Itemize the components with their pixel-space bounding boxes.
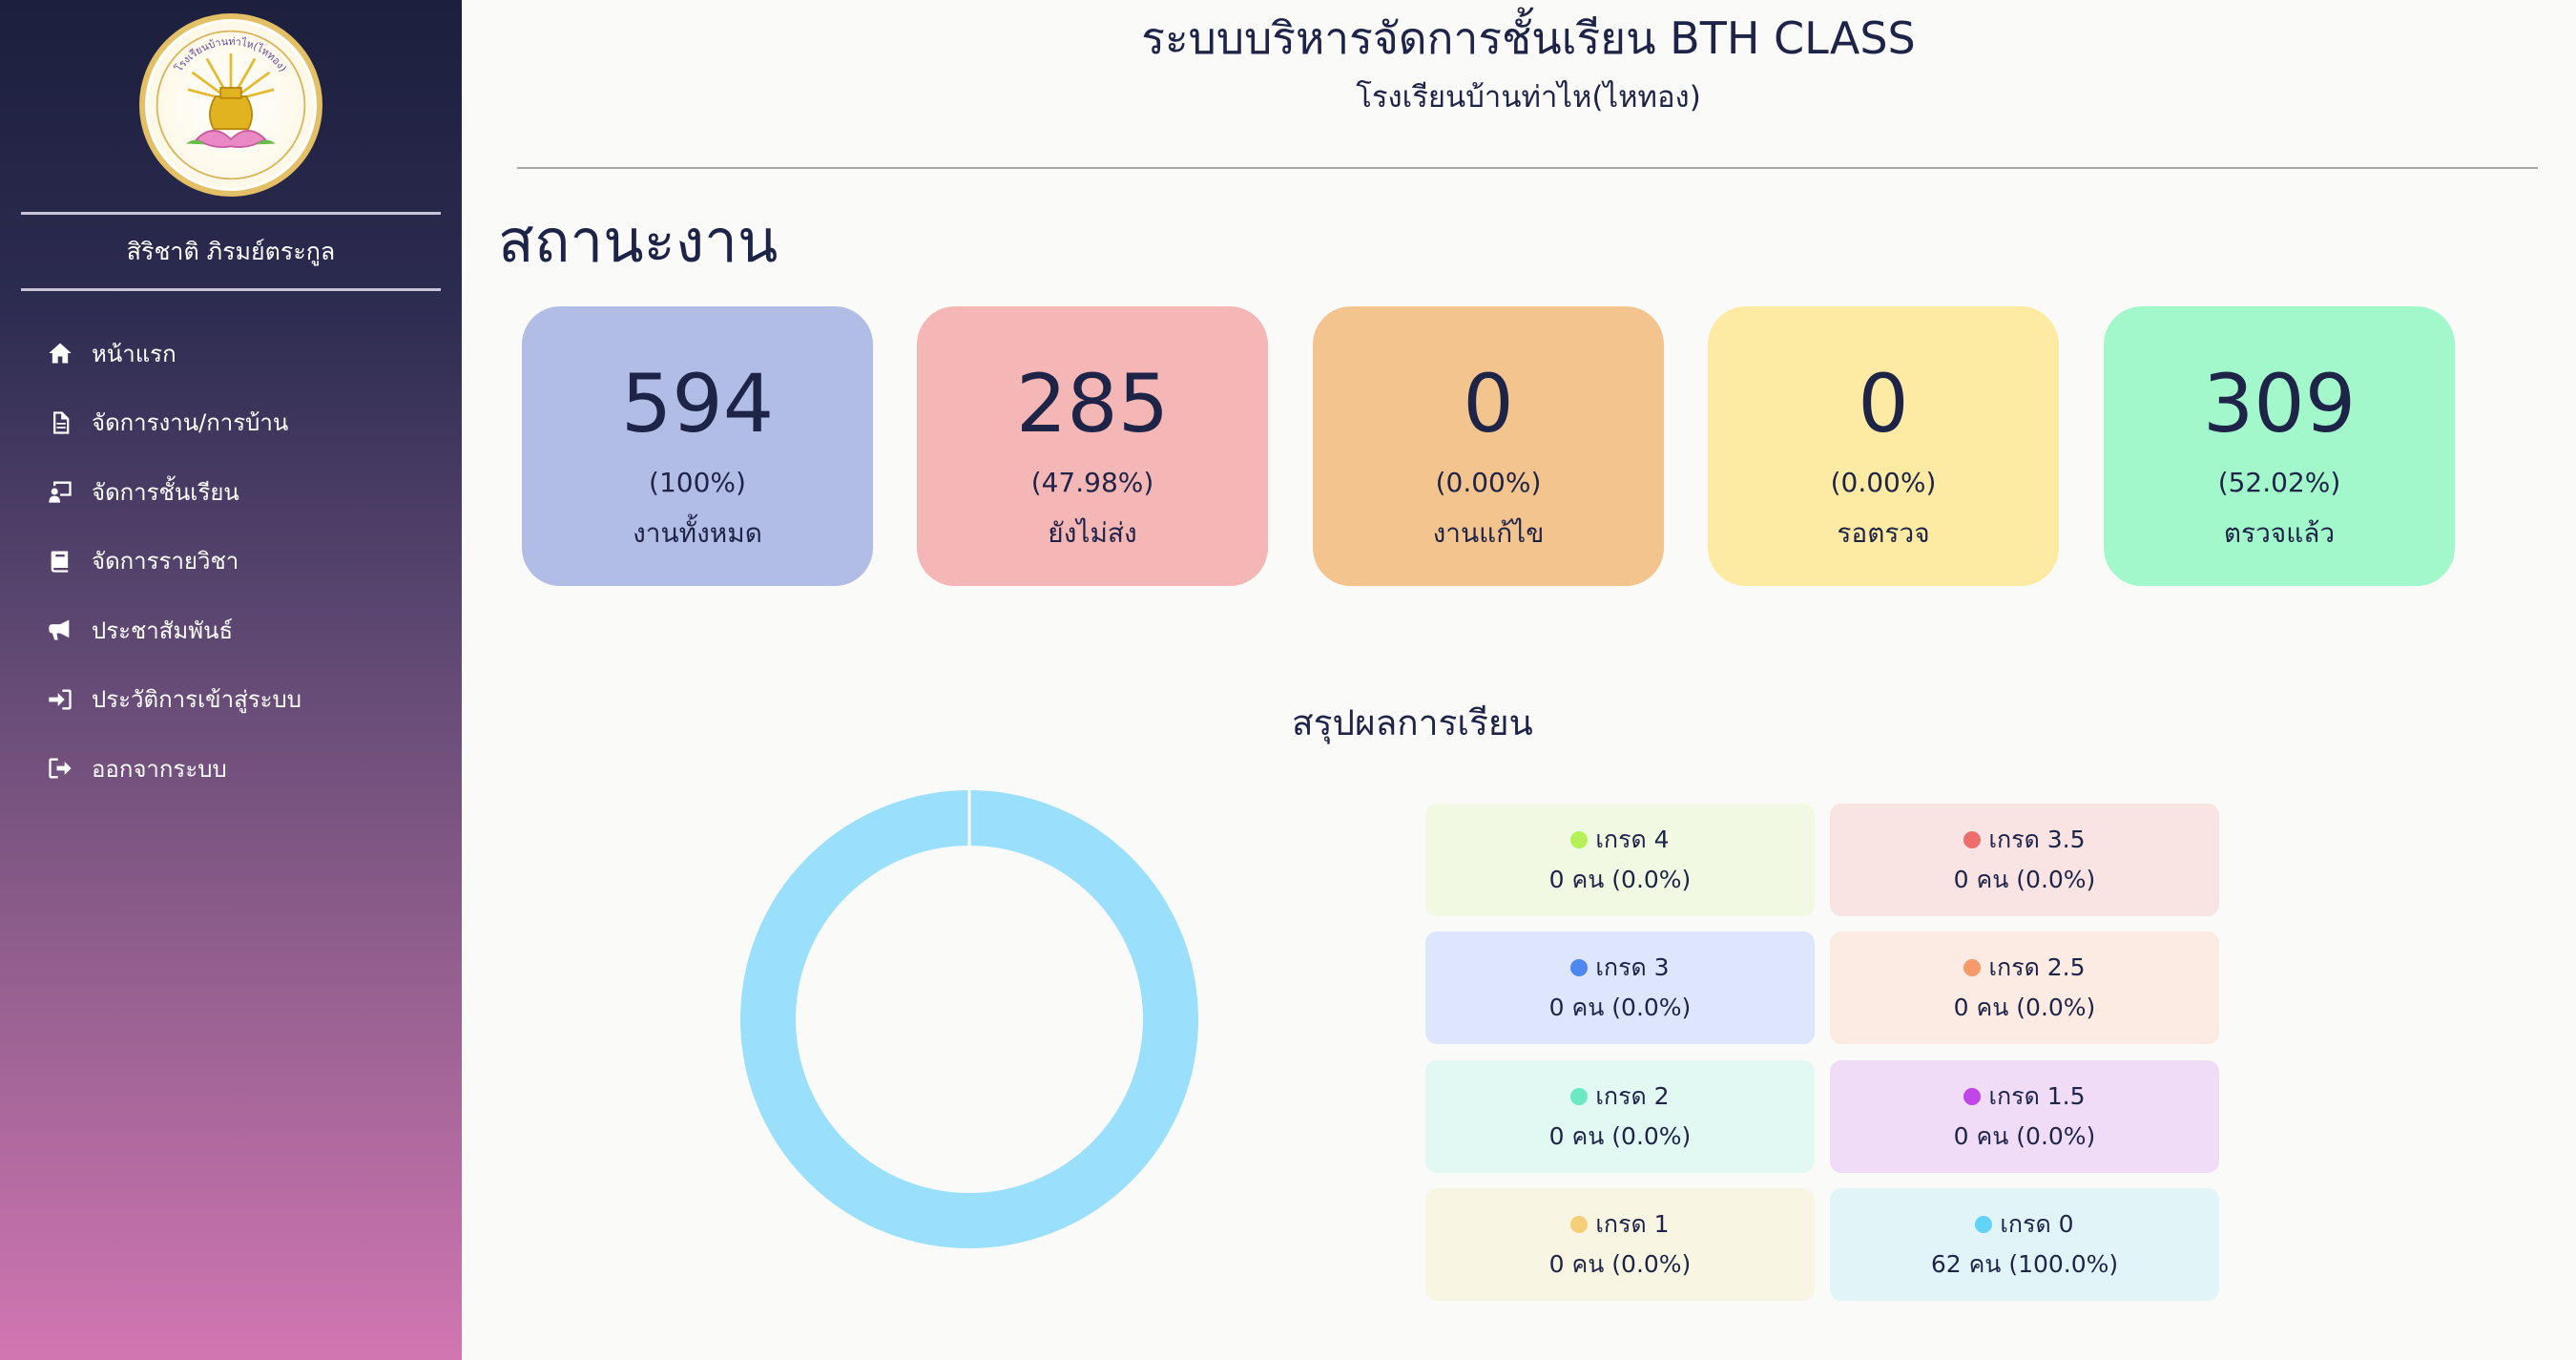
grade-legend-label: เกรด 2.5 xyxy=(1988,953,2086,981)
status-card-label: ตรวจแล้ว xyxy=(2223,517,2336,549)
home-icon xyxy=(42,339,78,367)
grade-legend-item[interactable]: เกรด 1.5 0 คน (0.0%) xyxy=(1830,1060,2219,1173)
sidebar-item-label: หน้าแรก xyxy=(92,340,177,367)
grade-legend-name: เกรด 1.5 xyxy=(1830,1078,2219,1116)
grade-legend-label: เกรด 3.5 xyxy=(1988,826,2086,853)
status-card-value: 309 xyxy=(2202,357,2357,450)
grade-color-dot-icon xyxy=(1963,1088,1982,1105)
sidebar-item-logout[interactable]: ออกจากระบบ xyxy=(42,734,301,804)
grade-legend-item[interactable]: เกรด 4 0 คน (0.0%) xyxy=(1425,804,1815,916)
status-card-value: 0 xyxy=(1463,357,1514,450)
grade-legend-item[interactable]: เกรด 2 0 คน (0.0%) xyxy=(1425,1060,1815,1173)
main-content: ระบบบริหารจัดการชั้นเรียน BTH CLASS โรงเ… xyxy=(462,0,2576,1360)
grade-legend-name: เกรด 2.5 xyxy=(1830,949,2219,987)
status-card-label: งานทั้งหมด xyxy=(633,517,762,549)
sidebar-divider-bottom xyxy=(21,288,441,291)
grade-legend-count: 0 คน (0.0%) xyxy=(1548,866,1692,893)
status-card-total[interactable]: 594 (100%) งานทั้งหมด xyxy=(522,306,873,586)
user-name: สิริชาติ ภิรมย์ตระกูล xyxy=(126,238,336,265)
grade-color-dot-icon xyxy=(1963,831,1982,848)
status-card-label: รอตรวจ xyxy=(1837,517,1930,549)
donut-slice xyxy=(740,790,1198,1248)
status-card-percent: (0.00%) xyxy=(1830,467,1937,498)
grade-legend-item[interactable]: เกรด 2.5 0 คน (0.0%) xyxy=(1830,931,2219,1044)
grade-color-dot-icon xyxy=(1570,1216,1589,1233)
document-icon xyxy=(42,408,78,437)
grade-summary-title: สรุปผลการเรียน xyxy=(1292,702,1533,743)
grade-legend-label: เกรด 3 xyxy=(1595,953,1670,981)
grade-legend-label: เกรด 1.5 xyxy=(1988,1082,2086,1110)
school-logo: โรงเรียนบ้านท่าไห(ไหทอง) xyxy=(139,13,322,197)
sidebar-divider-top xyxy=(21,212,441,215)
grade-legend-item[interactable]: เกรด 3.5 0 คน (0.0%) xyxy=(1830,804,2219,916)
sidebar-item-subjects[interactable]: จัดการรายวิชา xyxy=(42,527,301,596)
grade-legend-name: เกรด 1 xyxy=(1425,1205,1815,1244)
grade-legend-count: 0 คน (0.0%) xyxy=(1548,994,1692,1021)
school-name: โรงเรียนบ้านท่าไห(ไหทอง) xyxy=(1356,80,1701,115)
sidebar-item-label: จัดการงาน/การบ้าน xyxy=(92,409,289,437)
sidebar-item-announcements[interactable]: ประชาสัมพันธ์ xyxy=(42,596,301,665)
sidebar: โรงเรียนบ้านท่าไห(ไหทอง) สิริชาติ ภิรมย์… xyxy=(0,0,462,1360)
grade-legend-count: 0 คน (0.0%) xyxy=(1953,1122,2096,1150)
sidebar-item-label: ประวัติการเข้าสู่ระบบ xyxy=(92,686,301,714)
grade-donut-chart xyxy=(740,789,1198,1248)
grade-legend-name: เกรด 2 xyxy=(1425,1078,1815,1116)
grade-legend-item[interactable]: เกรด 0 62 คน (100.0%) xyxy=(1830,1188,2219,1301)
megaphone-icon xyxy=(42,616,78,644)
status-card-percent: (47.98%) xyxy=(1030,467,1154,498)
status-section-title: สถานะงาน xyxy=(498,206,779,276)
grade-color-dot-icon xyxy=(1570,1088,1589,1105)
sidebar-item-login-history[interactable]: ประวัติการเข้าสู่ระบบ xyxy=(42,665,301,735)
grade-legend-label: เกรด 0 xyxy=(2000,1210,2074,1238)
grade-legend-item[interactable]: เกรด 3 0 คน (0.0%) xyxy=(1425,931,1815,1044)
grade-legend-count: 0 คน (0.0%) xyxy=(1953,866,2096,893)
status-card-value: 594 xyxy=(620,357,775,450)
sidebar-item-home[interactable]: หน้าแรก xyxy=(42,319,301,388)
sign-out-icon xyxy=(42,754,78,783)
sidebar-menu: หน้าแรก จัดการงาน/การบ้าน จัดการชั้นเรีย… xyxy=(42,319,301,804)
header-divider xyxy=(517,167,2538,169)
grade-legend-count: 0 คน (0.0%) xyxy=(1548,1250,1692,1278)
grade-color-dot-icon xyxy=(1963,959,1982,976)
sidebar-item-label: ประชาสัมพันธ์ xyxy=(92,617,234,644)
grade-legend-label: เกรด 2 xyxy=(1595,1082,1670,1110)
status-card-percent: (100%) xyxy=(649,467,746,498)
status-card-percent: (52.02%) xyxy=(2217,467,2341,498)
sidebar-item-label: จัดการรายวิชา xyxy=(92,548,239,575)
grade-legend-count: 0 คน (0.0%) xyxy=(1548,1122,1692,1150)
status-card-percent: (0.00%) xyxy=(1435,467,1542,498)
grade-color-dot-icon xyxy=(1570,831,1589,848)
status-card-reviewed[interactable]: 309 (52.02%) ตรวจแล้ว xyxy=(2104,306,2455,586)
page-title: ระบบบริหารจัดการชั้นเรียน BTH CLASS xyxy=(1141,12,1916,64)
sidebar-item-assignments[interactable]: จัดการงาน/การบ้าน xyxy=(42,388,301,458)
status-card-not-submitted[interactable]: 285 (47.98%) ยังไม่ส่ง xyxy=(917,306,1268,586)
status-card-value: 0 xyxy=(1858,357,1909,450)
grade-legend-count: 0 คน (0.0%) xyxy=(1953,994,2096,1021)
sidebar-item-label: ออกจากระบบ xyxy=(92,755,227,783)
grade-legend-name: เกรด 4 xyxy=(1425,821,1815,859)
classroom-icon xyxy=(42,477,78,506)
status-card-label: ยังไม่ส่ง xyxy=(1048,517,1137,549)
status-card-pending-review[interactable]: 0 (0.00%) รอตรวจ xyxy=(1708,306,2059,586)
grade-legend-label: เกรด 4 xyxy=(1595,826,1670,853)
grade-color-dot-icon xyxy=(1570,959,1589,976)
book-icon xyxy=(42,547,78,575)
sign-in-icon xyxy=(42,685,78,714)
sidebar-item-classrooms[interactable]: จัดการชั้นเรียน xyxy=(42,457,301,527)
grade-legend-label: เกรด 1 xyxy=(1595,1210,1670,1238)
grade-legend-name: เกรด 3 xyxy=(1425,949,1815,987)
grade-legend-item[interactable]: เกรด 1 0 คน (0.0%) xyxy=(1425,1188,1815,1301)
sidebar-item-label: จัดการชั้นเรียน xyxy=(92,478,239,506)
grade-legend-name: เกรด 3.5 xyxy=(1830,821,2219,859)
grade-legend-count: 62 คน (100.0%) xyxy=(1930,1250,2119,1278)
status-card-revision[interactable]: 0 (0.00%) งานแก้ไข xyxy=(1313,306,1664,586)
grade-color-dot-icon xyxy=(1975,1216,1993,1233)
status-card-value: 285 xyxy=(1015,357,1170,450)
grade-legend-name: เกรด 0 xyxy=(1830,1205,2219,1244)
status-card-label: งานแก้ไข xyxy=(1432,517,1545,549)
